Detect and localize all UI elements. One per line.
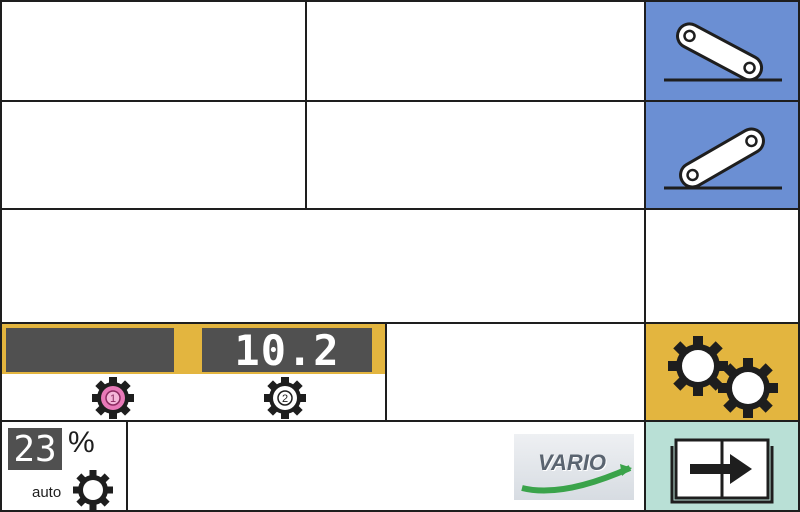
second-left-panel	[0, 100, 307, 210]
hitch-lower-button[interactable]	[644, 100, 800, 210]
top-middle-panel	[305, 0, 646, 102]
gear1-active-icon: 1	[92, 377, 134, 419]
auto-mode-label: auto	[32, 484, 62, 501]
status-bar-panel: VARIO	[126, 420, 646, 512]
percent-value: 23	[13, 429, 57, 470]
gear2-value: 10.2	[234, 326, 340, 375]
book-next-icon	[670, 438, 774, 504]
auto-gear-icon	[73, 470, 113, 510]
gear2-number: 2	[282, 393, 288, 405]
percent-unit: %	[68, 426, 95, 459]
gear-side-panel	[385, 322, 646, 422]
second-middle-panel	[305, 100, 646, 210]
gear1-value-display	[6, 328, 174, 372]
gears-settings-icon	[668, 336, 778, 418]
gear1-button[interactable]: 1	[80, 376, 146, 420]
percent-panel[interactable]: 23 % auto	[0, 420, 128, 512]
empty-button-slot	[644, 208, 800, 326]
percent-value-display: 23	[8, 428, 62, 470]
gear2-value-display: 10.2	[202, 326, 372, 375]
gear2-button[interactable]: 2	[252, 376, 318, 420]
wide-info-panel	[0, 208, 646, 326]
hitch-raise-icon	[664, 22, 782, 82]
hitch-lower-icon	[664, 127, 782, 190]
gear1-number: 1	[110, 393, 116, 405]
vario-logo-text: VARIO	[538, 450, 607, 475]
vario-logo: VARIO	[514, 434, 634, 500]
gear2-icon: 2	[264, 377, 306, 419]
hitch-raise-button[interactable]	[644, 0, 800, 102]
gear-speed-panel: 10.2 1 2	[0, 322, 387, 422]
gears-settings-button[interactable]	[644, 322, 800, 422]
next-page-button[interactable]	[644, 420, 800, 512]
top-left-panel	[0, 0, 307, 102]
